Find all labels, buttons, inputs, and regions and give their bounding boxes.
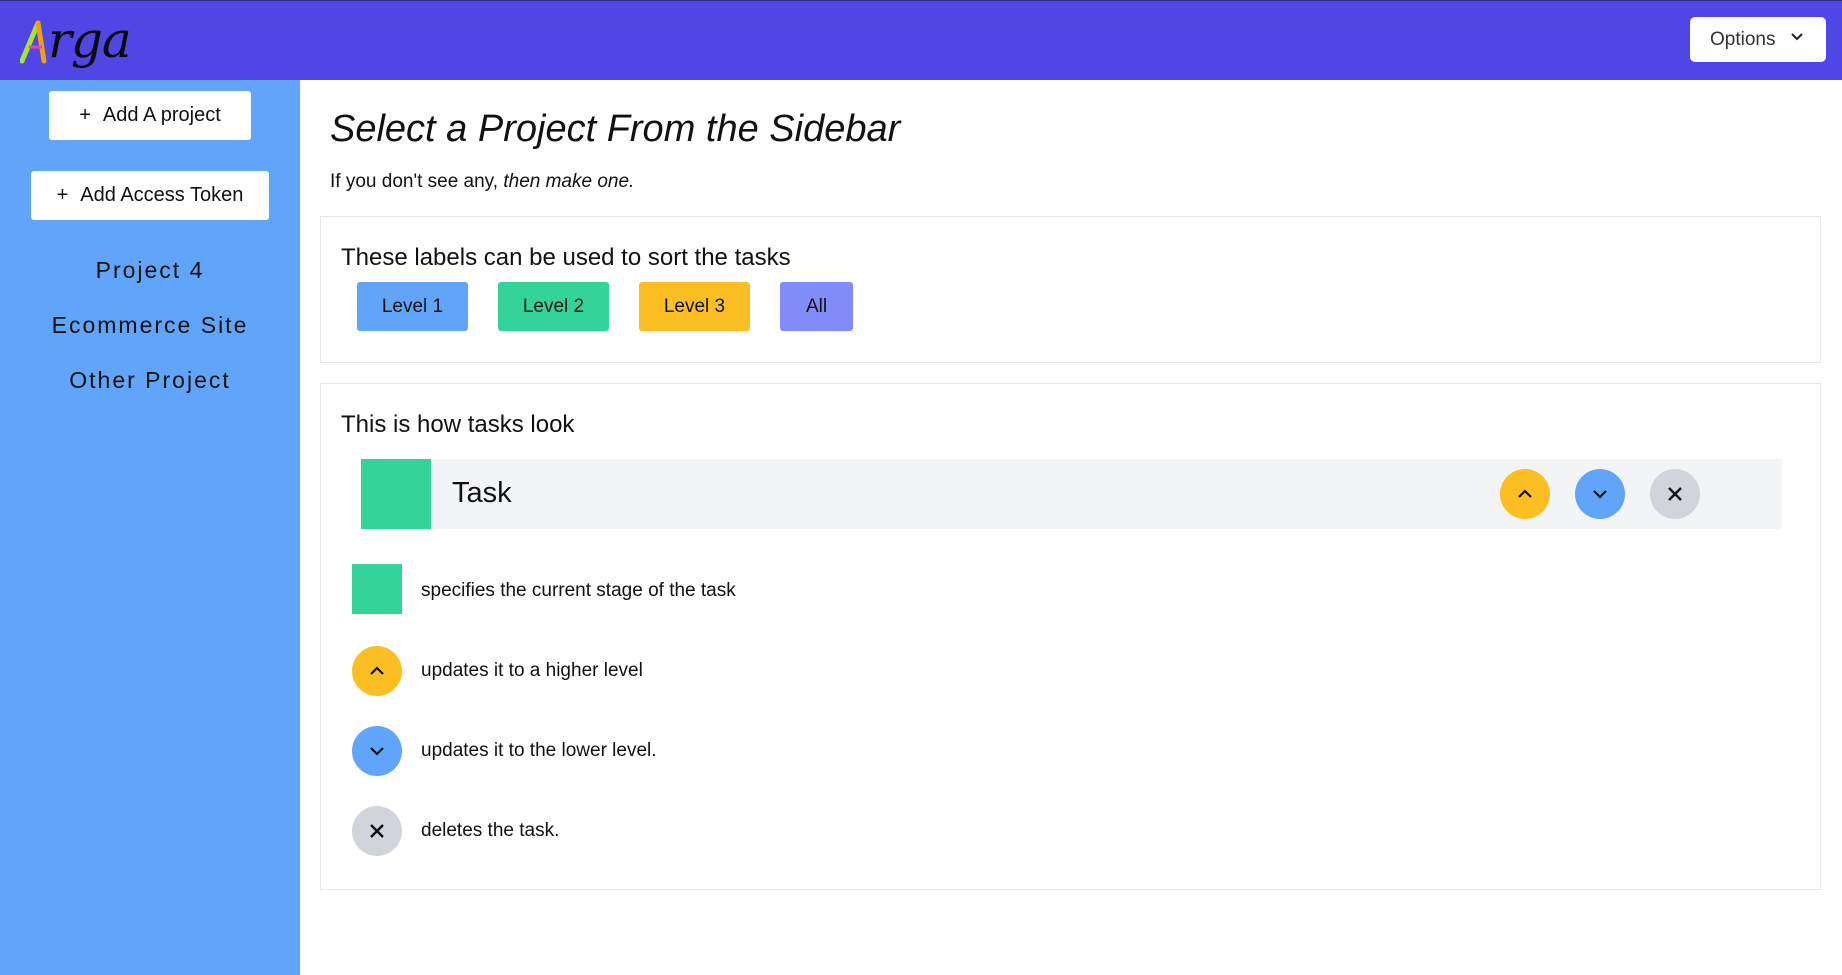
close-icon: [370, 824, 384, 838]
options-label: Options: [1710, 28, 1776, 50]
label-level-2-button[interactable]: Level 2: [498, 282, 609, 331]
level-down-button[interactable]: [1575, 469, 1625, 519]
add-project-button[interactable]: + Add A project: [49, 91, 251, 140]
plus-icon: +: [79, 104, 91, 126]
options-dropdown[interactable]: Options: [1690, 17, 1826, 62]
plus-icon: +: [56, 184, 69, 206]
chevron-down-icon: [1593, 490, 1607, 499]
top-bar: rga Options: [0, 0, 1842, 80]
legend-delete-text: deletes the task.: [421, 820, 560, 841]
tasks-card: This is how tasks look Task specifies th…: [320, 383, 1821, 890]
subtitle-text: If you don't see any,: [330, 171, 499, 192]
chevron-up-icon: [1518, 489, 1532, 498]
task-label: Task: [452, 477, 512, 509]
label-all-button[interactable]: All: [780, 282, 853, 331]
add-access-token-button[interactable]: + Add Access Token: [31, 171, 269, 220]
legend-down-text: updates it to the lower level.: [421, 740, 657, 761]
chevron-down-icon: [370, 747, 384, 756]
legend-up-text: updates it to a higher level: [421, 660, 643, 681]
subtitle-emphasis: then make one.: [503, 171, 635, 192]
legend-delete-circle: [352, 806, 402, 856]
level-up-button[interactable]: [1500, 469, 1550, 519]
add-access-token-label: Add Access Token: [80, 184, 244, 206]
page-subtitle: If you don't see any, then make one.: [330, 171, 634, 193]
app-logo[interactable]: rga: [20, 11, 132, 73]
chevron-down-icon: [1791, 33, 1803, 41]
sidebar-item-ecommerce-site[interactable]: Ecommerce Site: [0, 312, 300, 339]
tasks-card-title: This is how tasks look: [341, 411, 575, 438]
label-level-3-button[interactable]: Level 3: [639, 282, 750, 331]
legend-down-circle: [352, 726, 402, 776]
sidebar-item-other-project[interactable]: Other Project: [0, 367, 300, 394]
label-level-1-button[interactable]: Level 1: [357, 282, 468, 331]
delete-task-button[interactable]: [1650, 469, 1700, 519]
sidebar-item-project-4[interactable]: Project 4: [0, 257, 300, 284]
sidebar: + Add A project + Add Access Token Proje…: [0, 80, 300, 975]
legend-stage-square: [352, 564, 402, 614]
task-stage-indicator: [361, 459, 431, 529]
chevron-up-icon: [370, 666, 384, 675]
add-project-label: Add A project: [102, 104, 221, 126]
labels-card-title: These labels can be used to sort the tas…: [341, 244, 791, 271]
close-icon: [1668, 487, 1682, 501]
logo-text: rga: [48, 11, 132, 69]
page-title: Select a Project From the Sidebar: [330, 108, 901, 150]
labels-card: These labels can be used to sort the tas…: [320, 216, 1821, 363]
legend-up-circle: [352, 646, 402, 696]
example-task-row: Task: [361, 459, 1782, 529]
legend-stage-text: specifies the current stage of the task: [421, 580, 736, 601]
